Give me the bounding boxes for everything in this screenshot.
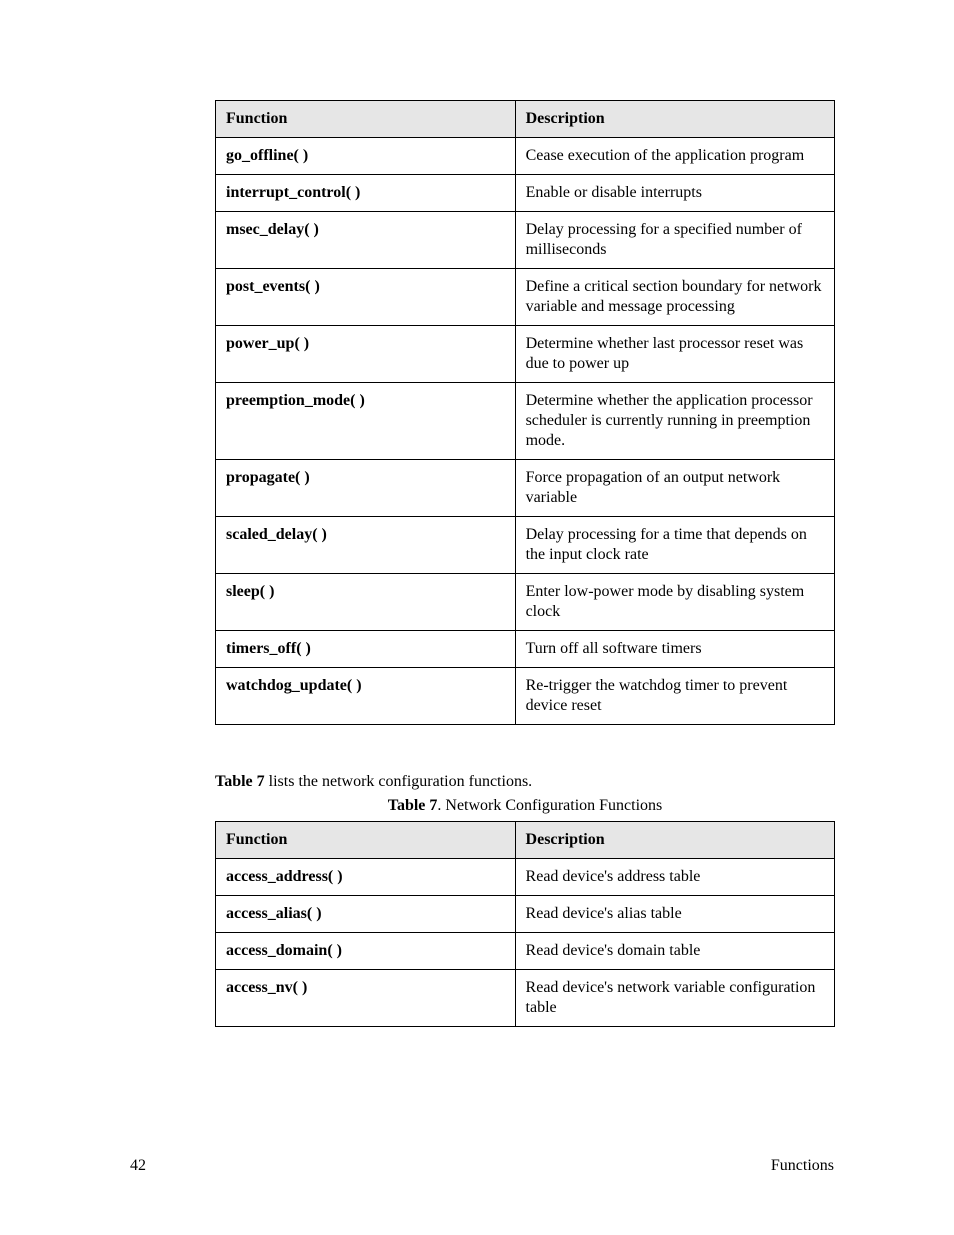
table-row: scaled_delay( )Delay processing for a ti…: [216, 517, 835, 574]
fn-name: interrupt_control( ): [216, 175, 516, 212]
table-header-row: Function Description: [216, 822, 835, 859]
fn-desc: Read device's network variable configura…: [515, 970, 834, 1027]
fn-name: access_address( ): [216, 859, 516, 896]
table-7-ref: Table 7: [215, 773, 265, 790]
table-row: watchdog_update( )Re-trigger the watchdo…: [216, 668, 835, 725]
table-row: propagate( )Force propagation of an outp…: [216, 460, 835, 517]
fn-desc: Define a critical section boundary for n…: [515, 269, 834, 326]
fn-name: propagate( ): [216, 460, 516, 517]
section-name: Functions: [771, 1157, 834, 1175]
page-footer: 42 Functions: [130, 1157, 834, 1175]
fn-name: msec_delay( ): [216, 212, 516, 269]
table-execution-control: Function Description go_offline( )Cease …: [215, 100, 835, 725]
col-function: Function: [216, 101, 516, 138]
table-row: power_up( )Determine whether last proces…: [216, 326, 835, 383]
fn-desc: Cease execution of the application progr…: [515, 138, 834, 175]
fn-name: timers_off( ): [216, 631, 516, 668]
table-row: access_nv( )Read device's network variab…: [216, 970, 835, 1027]
table-row: post_events( )Define a critical section …: [216, 269, 835, 326]
col-description: Description: [515, 101, 834, 138]
table-row: go_offline( )Cease execution of the appl…: [216, 138, 835, 175]
table-row: interrupt_control( )Enable or disable in…: [216, 175, 835, 212]
fn-desc: Enter low-power mode by disabling system…: [515, 574, 834, 631]
fn-name: post_events( ): [216, 269, 516, 326]
fn-desc: Determine whether the application proces…: [515, 383, 834, 460]
fn-desc: Turn off all software timers: [515, 631, 834, 668]
fn-desc: Force propagation of an output network v…: [515, 460, 834, 517]
fn-desc: Read device's address table: [515, 859, 834, 896]
fn-desc: Read device's alias table: [515, 896, 834, 933]
fn-desc: Delay processing for a specified number …: [515, 212, 834, 269]
intro-text: lists the network configuration function…: [265, 773, 533, 790]
table-row: preemption_mode( )Determine whether the …: [216, 383, 835, 460]
table-row: access_alias( )Read device's alias table: [216, 896, 835, 933]
fn-name: go_offline( ): [216, 138, 516, 175]
table-row: sleep( )Enter low-power mode by disablin…: [216, 574, 835, 631]
fn-name: watchdog_update( ): [216, 668, 516, 725]
fn-desc: Enable or disable interrupts: [515, 175, 834, 212]
table-network-configuration: Function Description access_address( )Re…: [215, 821, 835, 1027]
fn-name: sleep( ): [216, 574, 516, 631]
fn-name: power_up( ): [216, 326, 516, 383]
table-7-caption: Table 7. Network Configuration Functions: [215, 797, 835, 815]
table-header-row: Function Description: [216, 101, 835, 138]
caption-label: Table 7: [388, 797, 438, 814]
table-row: access_address( )Read device's address t…: [216, 859, 835, 896]
table-7-intro: Table 7 lists the network configuration …: [215, 773, 834, 791]
col-description: Description: [515, 822, 834, 859]
fn-desc: Delay processing for a time that depends…: [515, 517, 834, 574]
fn-desc: Re-trigger the watchdog timer to prevent…: [515, 668, 834, 725]
page-number: 42: [130, 1157, 146, 1175]
table-row: msec_delay( )Delay processing for a spec…: [216, 212, 835, 269]
fn-name: preemption_mode( ): [216, 383, 516, 460]
table-row: timers_off( )Turn off all software timer…: [216, 631, 835, 668]
page: Function Description go_offline( )Cease …: [0, 0, 954, 1235]
col-function: Function: [216, 822, 516, 859]
table-row: access_domain( )Read device's domain tab…: [216, 933, 835, 970]
fn-name: access_domain( ): [216, 933, 516, 970]
fn-desc: Read device's domain table: [515, 933, 834, 970]
fn-name: access_alias( ): [216, 896, 516, 933]
caption-text: . Network Configuration Functions: [437, 797, 662, 814]
fn-name: access_nv( ): [216, 970, 516, 1027]
fn-name: scaled_delay( ): [216, 517, 516, 574]
fn-desc: Determine whether last processor reset w…: [515, 326, 834, 383]
